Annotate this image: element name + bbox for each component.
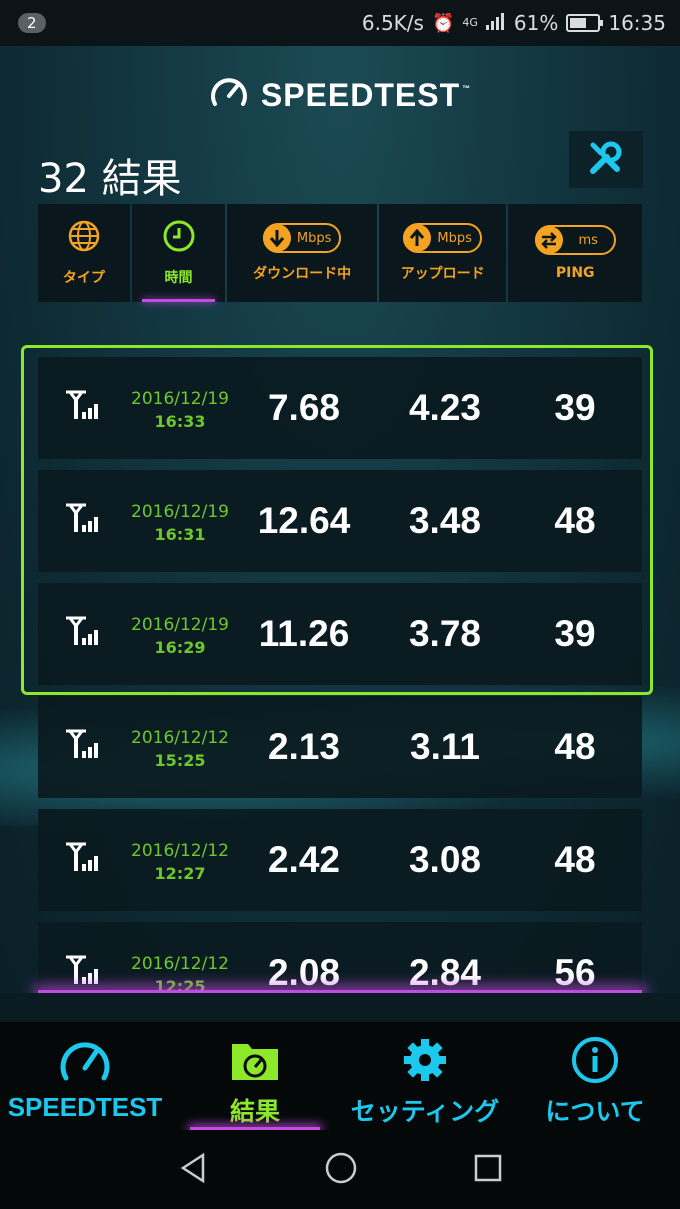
cellular-network-icon	[64, 954, 104, 990]
column-upload-label: アップロード	[400, 266, 485, 282]
notification-count-badge: 2	[18, 13, 46, 33]
nav-results-label: 結果	[229, 1097, 280, 1126]
column-type-label: タイプ	[62, 270, 105, 286]
column-download[interactable]: Mbps ダウンロード中	[227, 204, 377, 302]
gauge-icon	[209, 74, 249, 116]
network-type: 4G	[462, 16, 478, 29]
info-icon	[568, 1036, 622, 1088]
battery-percent: 61%	[513, 11, 559, 35]
column-time[interactable]: 時間	[131, 204, 226, 302]
alarm-icon: ⏰	[431, 12, 455, 34]
clock-icon	[162, 219, 196, 257]
nav-settings-label: セッティング	[350, 1097, 500, 1126]
column-download-label: ダウンロード中	[253, 266, 352, 282]
tools-icon	[587, 139, 625, 181]
nav-about-label: について	[545, 1097, 645, 1126]
back-icon[interactable]	[177, 1152, 209, 1188]
download-unit: Mbps	[296, 230, 332, 246]
home-icon[interactable]	[324, 1151, 358, 1189]
gear-icon	[398, 1036, 452, 1088]
nav-speedtest-label: SPEEDTEST	[7, 1092, 163, 1122]
results-folder-icon	[228, 1036, 282, 1088]
result-download: 2.13	[267, 726, 340, 767]
status-bar: 2 6.5K/s ⏰ 4G 61% 16:35	[0, 0, 680, 46]
tools-button[interactable]	[569, 131, 643, 188]
column-upload[interactable]: Mbps アップロード	[378, 204, 507, 302]
results-count-title: 32 結果	[38, 156, 182, 202]
cellular-network-icon	[64, 841, 104, 877]
bottom-navigation: SPEEDTEST 結果 セッティング について	[0, 1022, 680, 1130]
result-ping: 48	[554, 839, 596, 880]
speed-gauge-icon	[58, 1036, 112, 1088]
result-row[interactable]: 2016/12/12 12:27 2.42 3.08 48	[38, 809, 642, 911]
network-speed: 6.5K/s	[361, 11, 424, 35]
result-download: 2.42	[267, 839, 340, 880]
download-unit-pill: Mbps	[262, 223, 342, 253]
result-ping: 48	[554, 726, 596, 767]
result-date: 2016/12/12	[131, 728, 229, 748]
nav-results[interactable]: 結果	[170, 1022, 340, 1130]
status-clock: 16:35	[608, 11, 666, 35]
speedtest-logo: SPEEDTEST ™	[0, 74, 680, 116]
result-upload: 3.08	[408, 839, 481, 880]
globe-icon	[67, 219, 101, 257]
result-upload: 3.11	[410, 726, 480, 767]
column-type[interactable]: タイプ	[38, 204, 130, 302]
upload-arrow-icon	[403, 224, 432, 252]
nav-about[interactable]: について	[510, 1022, 680, 1130]
result-time: 12:27	[154, 864, 206, 883]
result-date: 2016/12/12	[131, 841, 229, 861]
upload-unit: Mbps	[437, 230, 472, 246]
recents-icon[interactable]	[473, 1153, 503, 1187]
result-date: 2016/12/12	[131, 954, 229, 974]
swap-arrows-icon	[534, 226, 563, 254]
system-navigation-bar	[0, 1130, 680, 1209]
ping-unit: ms	[578, 232, 598, 248]
result-time: 15:25	[154, 751, 206, 770]
battery-icon	[566, 14, 604, 32]
download-arrow-icon	[262, 224, 291, 252]
column-ping[interactable]: ms PING	[508, 204, 642, 302]
column-time-label: 時間	[164, 270, 193, 286]
ping-unit-pill: ms	[534, 225, 616, 255]
logo-trademark: ™	[462, 83, 472, 93]
result-row[interactable]: 2016/12/12 15:25 2.13 3.11 48	[38, 696, 642, 798]
cellular-network-icon	[64, 728, 104, 764]
column-ping-label: PING	[555, 265, 595, 281]
upload-unit-pill: Mbps	[403, 223, 482, 253]
results-column-header: タイプ 時間 Mbps ダウンロード中 Mbps アップロード ms PING	[38, 204, 642, 302]
logo-text: SPEEDTEST	[260, 76, 461, 113]
nav-settings[interactable]: セッティング	[340, 1022, 510, 1130]
nav-speedtest[interactable]: SPEEDTEST	[0, 1022, 170, 1130]
signal-icon	[485, 11, 506, 35]
recent-results-highlight	[21, 345, 653, 695]
results-screen: SPEEDTEST ™ 32 結果 タイプ 時間 Mbps ダウンロード中 Mb…	[0, 46, 680, 1022]
